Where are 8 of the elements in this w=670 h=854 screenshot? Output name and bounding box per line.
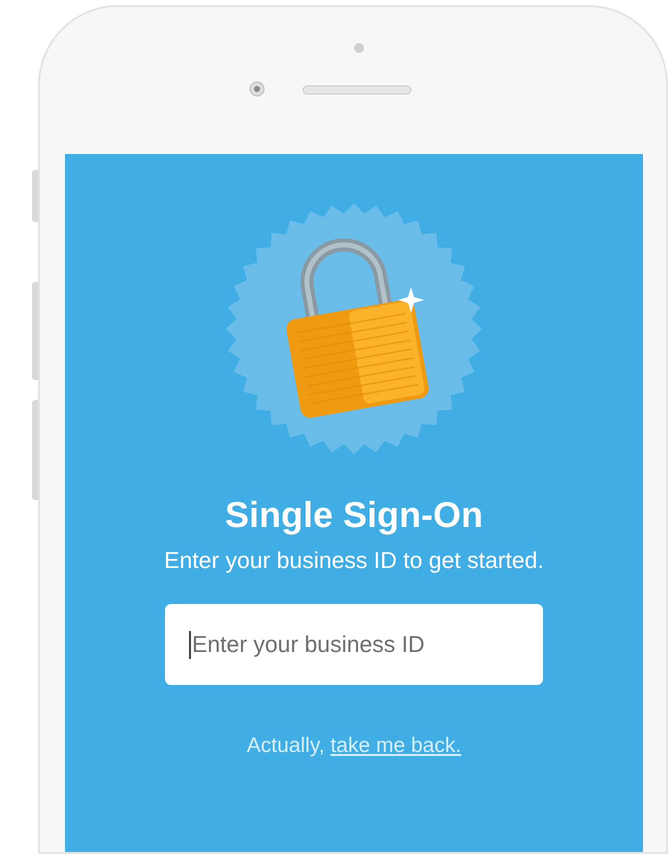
back-link[interactable]: take me back. bbox=[330, 734, 462, 758]
page-subtitle: Enter your business ID to get started. bbox=[164, 546, 544, 576]
page-title: Single Sign-On bbox=[225, 493, 483, 538]
sensor-icon bbox=[354, 43, 364, 53]
business-id-field[interactable]: Enter your business ID bbox=[165, 604, 543, 686]
back-prompt: Actually, bbox=[246, 734, 325, 758]
speaker-icon bbox=[302, 85, 412, 95]
camera-icon bbox=[249, 81, 265, 97]
